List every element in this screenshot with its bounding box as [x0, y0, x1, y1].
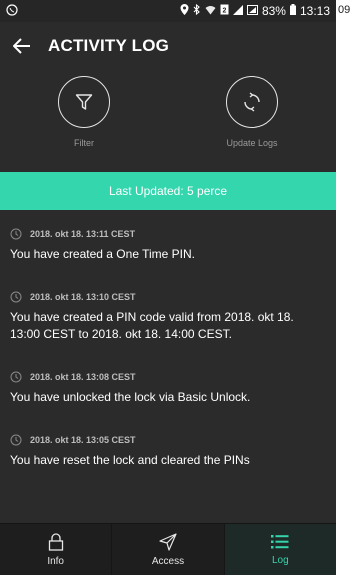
wifi-icon [205, 5, 216, 18]
log-message: You have unlocked the lock via Basic Unl… [10, 390, 251, 404]
log-entry: 2018. okt 18. 13:10 CEST You have create… [10, 291, 326, 343]
app-screen: 2 83% 13:13 ACTIVITY LOG Filter Update L… [0, 0, 336, 575]
signal-icon [232, 4, 243, 18]
nav-label-log: Log [271, 554, 289, 566]
log-timestamp: 2018. okt 18. 13:10 CEST [30, 292, 136, 302]
lock-icon [48, 532, 63, 551]
log-entry: 2018. okt 18. 13:11 CEST You have create… [10, 228, 326, 263]
action-row: Filter Update Logs [0, 70, 336, 170]
last-updated-banner: Last Updated: 5 perce [0, 172, 336, 210]
sim-icon: 2 [220, 4, 229, 18]
battery-percent: 83% [261, 4, 286, 18]
filter-icon [75, 94, 93, 110]
signal-2-icon [246, 4, 258, 18]
clock-icon [10, 434, 22, 446]
clock: 13:13 [299, 4, 330, 18]
update-circle [226, 76, 278, 128]
log-list[interactable]: 2018. okt 18. 13:11 CEST You have create… [0, 210, 336, 469]
update-label: Update Logs [226, 138, 278, 148]
log-message: You have created a One Time PIN. [10, 247, 195, 261]
edge-number: 09 [338, 4, 351, 16]
filter-label: Filter [74, 138, 94, 148]
app-bar: ACTIVITY LOG [0, 22, 336, 70]
nav-label-info: Info [47, 555, 64, 567]
log-timestamp: 2018. okt 18. 13:08 CEST [30, 372, 136, 382]
location-icon [180, 4, 189, 18]
nav-label-access: Access [151, 555, 185, 567]
status-bar: 2 83% 13:13 [0, 0, 336, 22]
log-timestamp: 2018. okt 18. 13:05 CEST [30, 435, 136, 445]
log-entry: 2018. okt 18. 13:08 CEST You have unlock… [10, 371, 326, 406]
update-logs-button[interactable]: Update Logs [168, 70, 336, 170]
clock-icon [10, 291, 22, 303]
filter-circle [58, 76, 110, 128]
nav-item-info[interactable]: Info [0, 524, 113, 575]
clock-icon [10, 371, 22, 383]
log-message: You have created a PIN code valid from 2… [10, 310, 294, 341]
arrow-left-icon [13, 38, 30, 54]
battery-icon [289, 4, 296, 18]
send-icon [159, 532, 177, 551]
whatsapp-icon [6, 3, 26, 19]
clock-icon [10, 228, 22, 240]
log-entry: 2018. okt 18. 13:05 CEST You have reset … [10, 434, 326, 469]
svg-text:2: 2 [222, 8, 226, 15]
page-title: ACTIVITY LOG [48, 36, 170, 55]
log-message: You have reset the lock and cleared the … [10, 453, 250, 467]
log-timestamp: 2018. okt 18. 13:11 CEST [30, 229, 136, 239]
filter-button[interactable]: Filter [0, 70, 168, 170]
refresh-icon [244, 92, 260, 112]
bottom-nav: Info Access Log [0, 523, 336, 575]
last-updated-text: Last Updated: 5 perce [108, 184, 228, 198]
list-icon [271, 534, 289, 548]
nav-item-access[interactable]: Access [112, 524, 225, 575]
nav-item-log[interactable]: Log [224, 524, 336, 575]
back-button[interactable] [8, 32, 36, 60]
bluetooth-icon [193, 3, 201, 18]
